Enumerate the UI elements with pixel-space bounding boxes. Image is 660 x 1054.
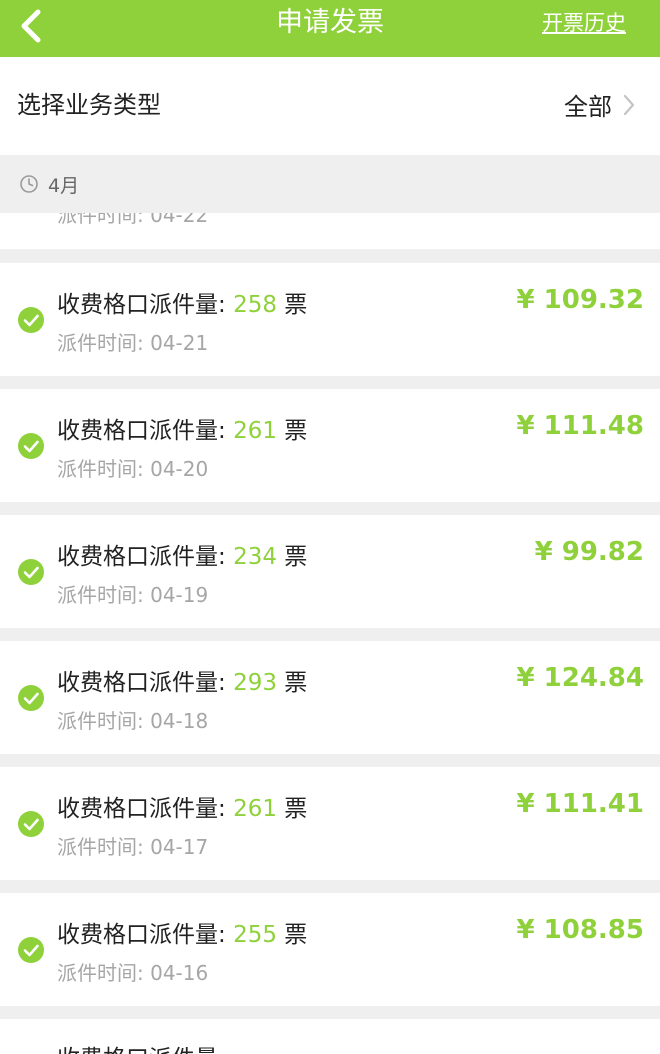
- record-amount: ¥ 109.32: [516, 285, 644, 315]
- record-count-label: 收费格口派件量:: [57, 796, 234, 822]
- invoice-history-link[interactable]: 开票历史: [542, 0, 626, 46]
- record-date: 派件时间: 04-17: [57, 835, 209, 859]
- business-type-label: 选择业务类型: [17, 91, 161, 119]
- record-count: 收费格口派件量: 255 票: [57, 915, 307, 949]
- record-count-value: 261: [233, 796, 277, 822]
- chevron-right-icon: [623, 94, 635, 116]
- record-amount: ¥ 111.41: [516, 789, 644, 819]
- business-type-value: 全部: [564, 93, 612, 121]
- record-amount: ¥ 124.84: [516, 663, 644, 693]
- list-item[interactable]: 收费格口派件量: 255 票 派件时间: 04-16 ¥ 108.85: [0, 893, 660, 1006]
- month-label: 4月: [48, 175, 80, 197]
- record-count-label: 收费格口派件量:: [57, 670, 234, 696]
- record-count-unit: 票: [276, 670, 308, 696]
- record-date: 派件时间: 04-21: [57, 331, 209, 355]
- business-type-selector[interactable]: 选择业务类型 全部: [0, 57, 660, 155]
- record-count: 收费格口派件量: [57, 1039, 218, 1054]
- record-amount: ¥ 111.48: [516, 411, 644, 441]
- list-item[interactable]: 收费格口派件量: 293 票 派件时间: 04-18 ¥ 124.84: [0, 641, 660, 754]
- invoice-request-screen: 申请发票 开票历史 选择业务类型 全部 4月 派件时间: 04-22 收费格口派…: [0, 0, 660, 1054]
- record-count: 收费格口派件量: 234 票: [57, 537, 307, 571]
- record-count: 收费格口派件量: 293 票: [57, 663, 307, 697]
- record-count: 收费格口派件量: 261 票: [57, 411, 307, 445]
- check-circle-icon: [18, 559, 44, 585]
- record-date: 派件时间: 04-19: [57, 583, 209, 607]
- record-count-unit: 票: [276, 418, 308, 444]
- record-count: 收费格口派件量: 258 票: [57, 285, 307, 319]
- record-count-value: 255: [233, 922, 277, 948]
- check-circle-icon: [18, 433, 44, 459]
- record-amount: ¥ 108.85: [516, 915, 644, 945]
- record-count-value: 258: [233, 292, 277, 318]
- record-count-unit: 票: [276, 796, 308, 822]
- check-circle-icon: [18, 307, 44, 333]
- record-date: 派件时间: 04-18: [57, 709, 209, 733]
- record-date: 派件时间: 04-16: [57, 961, 209, 985]
- record-amount: ¥ 99.82: [534, 537, 644, 567]
- record-count-unit: 票: [276, 544, 308, 570]
- check-circle-icon: [18, 937, 44, 963]
- record-count-label: 收费格口派件量:: [57, 418, 234, 444]
- record-date: 派件时间: 04-22: [57, 213, 209, 227]
- record-count-label: 收费格口派件量:: [57, 922, 234, 948]
- record-date: 派件时间: 04-20: [57, 457, 209, 481]
- list-item-partial-bottom[interactable]: 收费格口派件量: [0, 1019, 660, 1054]
- check-circle-icon: [18, 685, 44, 711]
- list-item[interactable]: 收费格口派件量: 261 票 派件时间: 04-17 ¥ 111.41: [0, 767, 660, 880]
- record-count-label: 收费格口派件量:: [57, 292, 234, 318]
- record-count-label: 收费格口派件量:: [57, 544, 234, 570]
- record-count-value: 234: [233, 544, 277, 570]
- record-count-value: 293: [233, 670, 277, 696]
- record-count: 收费格口派件量: 261 票: [57, 789, 307, 823]
- check-circle-icon: [18, 811, 44, 837]
- record-count-unit: 票: [276, 292, 308, 318]
- month-group-header: [0, 155, 660, 213]
- list-item[interactable]: 收费格口派件量: 261 票 派件时间: 04-20 ¥ 111.48: [0, 389, 660, 502]
- record-count-value: 261: [233, 418, 277, 444]
- list-item-partial-top[interactable]: 派件时间: 04-22: [0, 213, 660, 249]
- list-item[interactable]: 收费格口派件量: 258 票 派件时间: 04-21 ¥ 109.32: [0, 263, 660, 376]
- record-count-unit: 票: [276, 922, 308, 948]
- clock-icon: [20, 175, 38, 193]
- list-item[interactable]: 收费格口派件量: 234 票 派件时间: 04-19 ¥ 99.82: [0, 515, 660, 628]
- top-nav-bar: 申请发票 开票历史: [0, 0, 660, 57]
